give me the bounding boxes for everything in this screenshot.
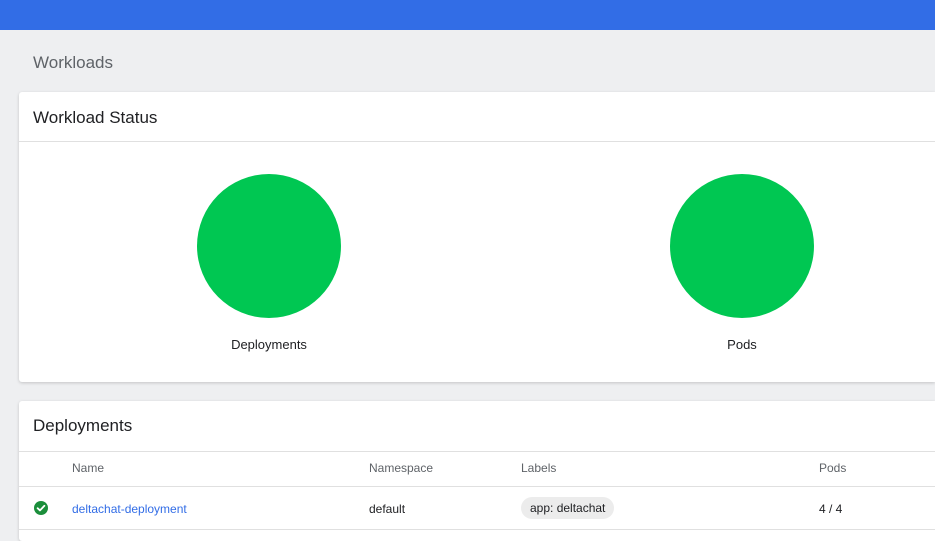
deployments-title: Deployments	[33, 416, 133, 435]
deployments-chart-label: Deployments	[231, 337, 307, 352]
deployments-status-chart[interactable]	[197, 174, 341, 318]
divider	[19, 529, 935, 530]
pods-chart-label: Pods	[727, 337, 757, 352]
divider	[19, 486, 935, 487]
column-header-pods: Pods	[819, 461, 847, 475]
divider	[19, 141, 935, 142]
column-header-labels: Labels	[521, 461, 557, 475]
workload-status-card: Workload Status Deployments Pods	[19, 92, 935, 382]
deployment-name-link[interactable]: deltachat-deployment	[72, 502, 187, 516]
pods-cell: 4 / 4	[819, 502, 843, 516]
pods-status-chart[interactable]	[670, 174, 814, 318]
workload-status-title: Workload Status	[33, 108, 158, 127]
column-header-name[interactable]: Name	[72, 461, 104, 475]
deployments-card: Deployments Name Namespace Labels Pods d…	[19, 401, 935, 541]
namespace-cell: default	[369, 502, 406, 516]
label-chip: app: deltachat	[521, 497, 615, 519]
divider	[19, 451, 935, 452]
check-circle-icon	[34, 501, 48, 515]
top-app-bar	[0, 0, 935, 30]
page-title: Workloads	[33, 53, 113, 72]
column-header-namespace[interactable]: Namespace	[369, 461, 433, 475]
